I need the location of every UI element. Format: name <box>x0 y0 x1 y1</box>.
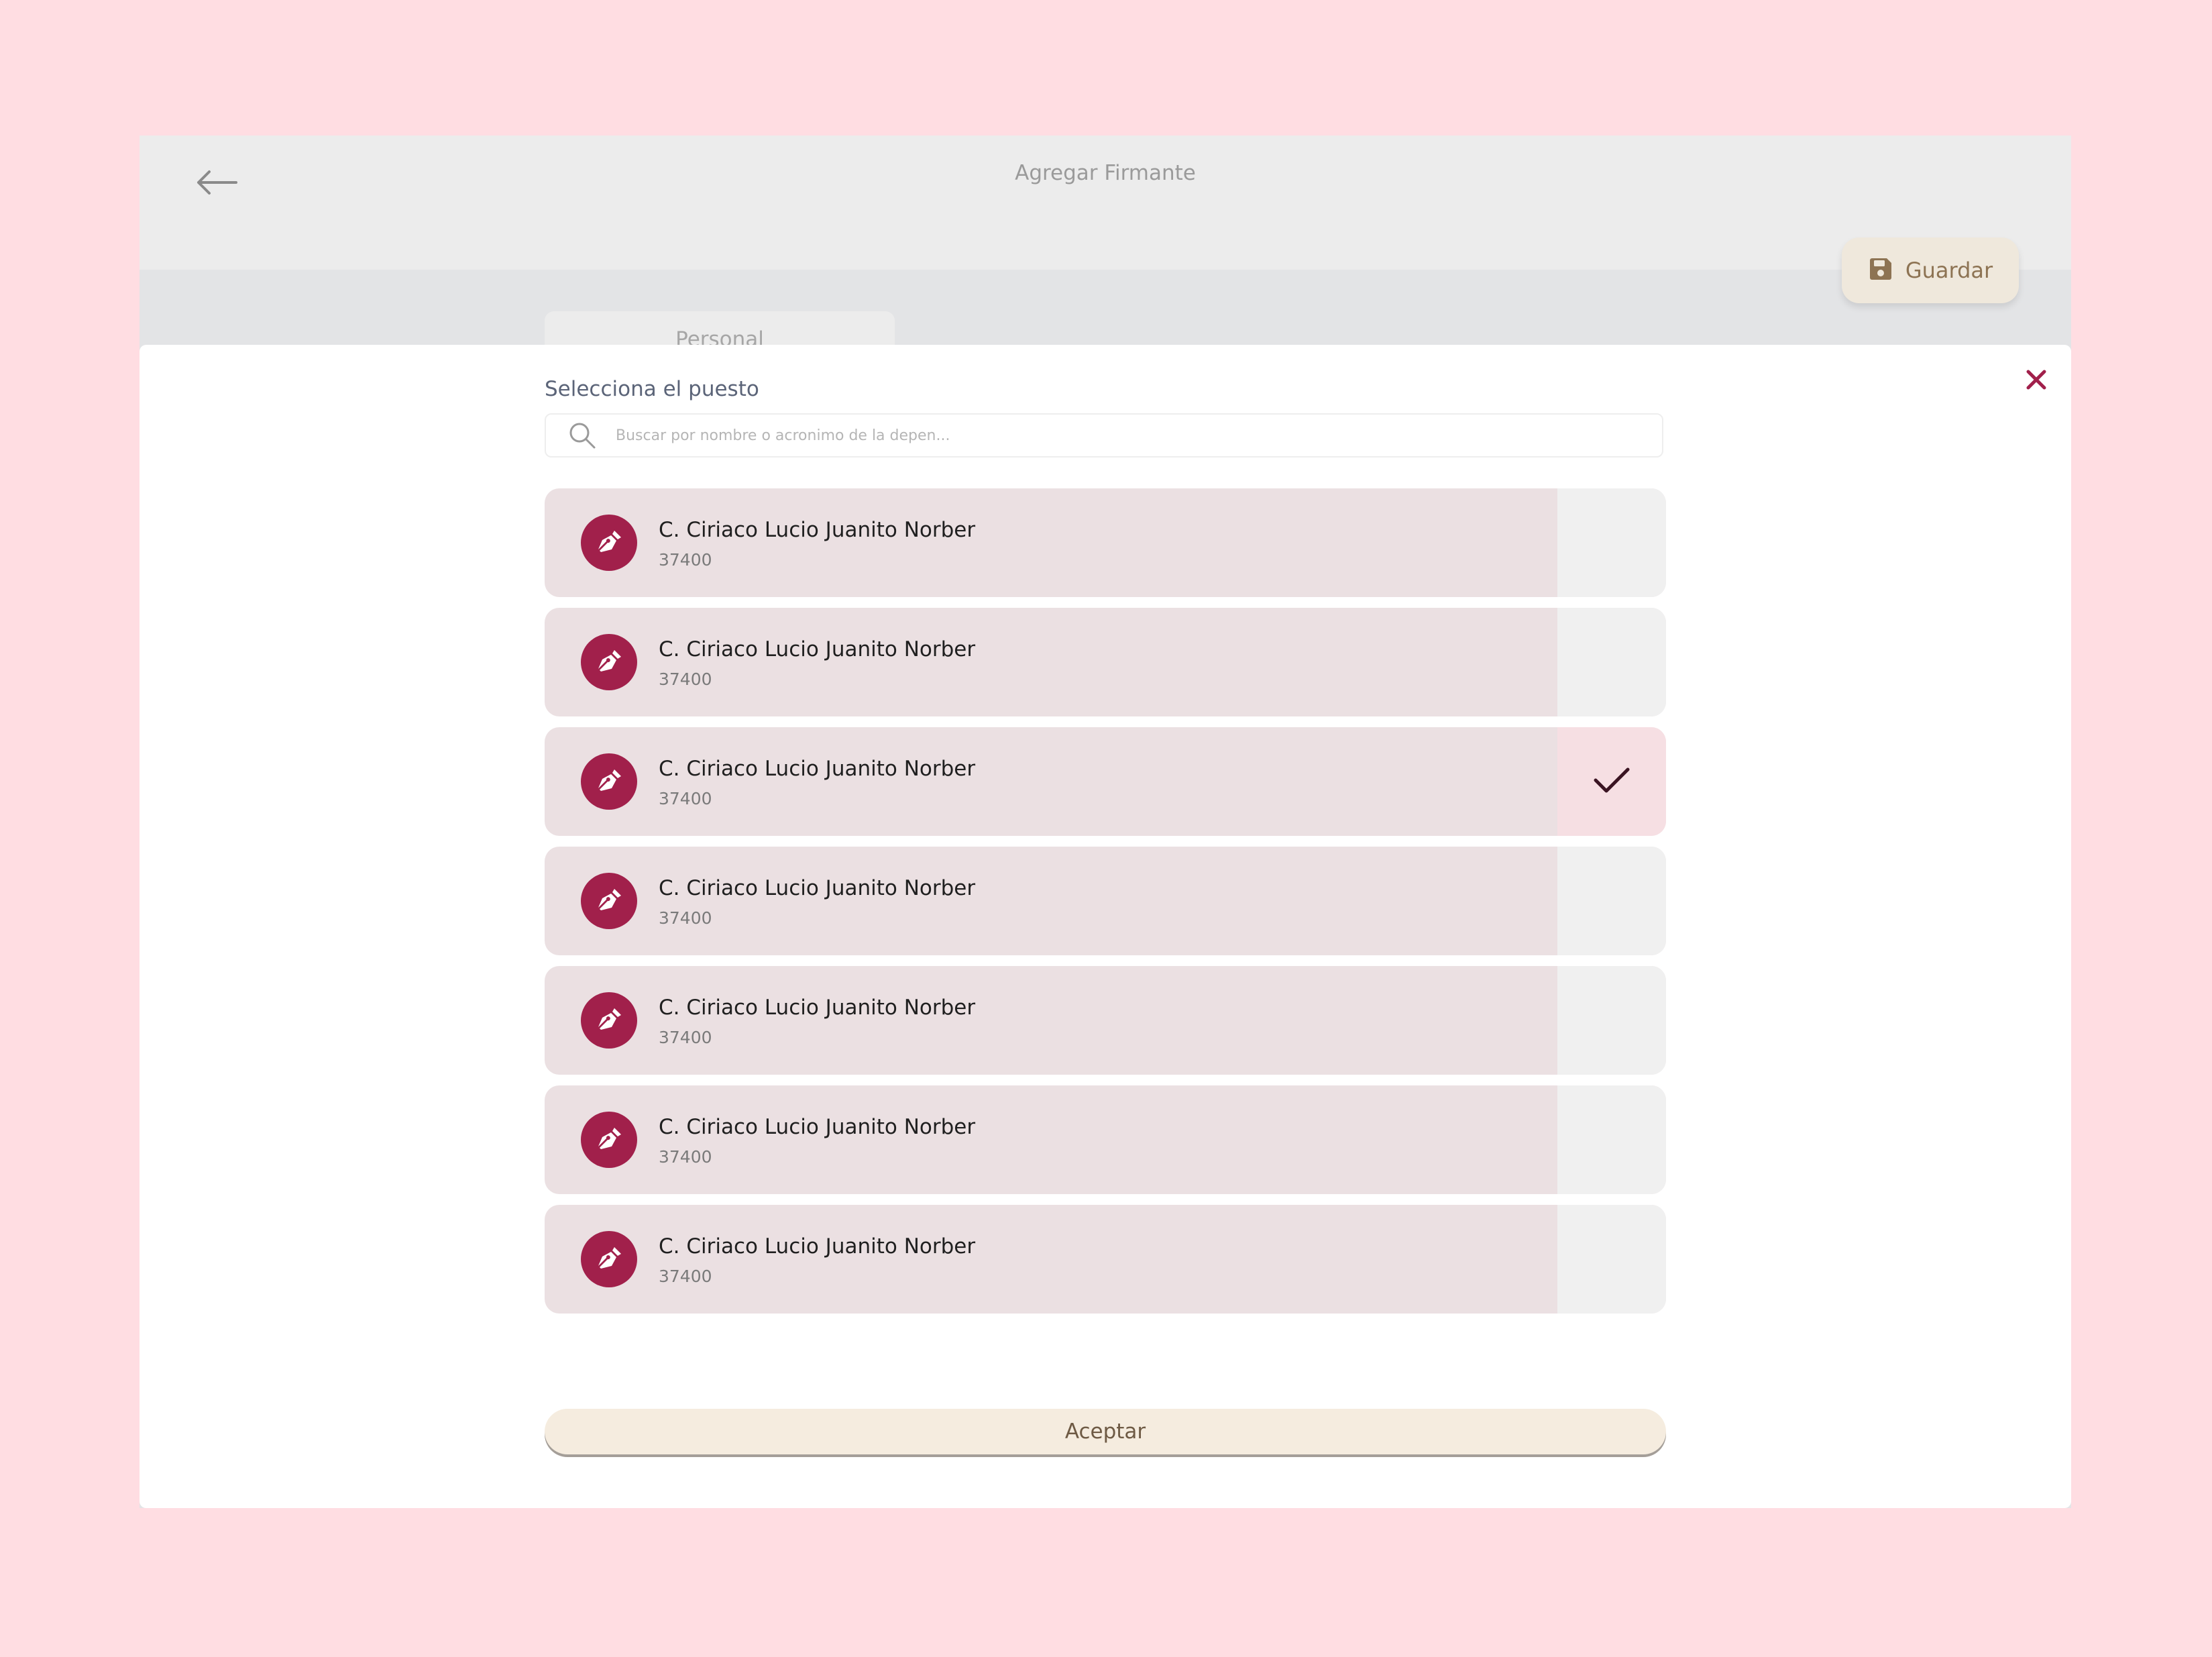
page-title: Agregar Firmante <box>1015 161 1196 185</box>
signer-item-main: C. Ciriaco Lucio Juanito Norber 37400 <box>545 608 1557 716</box>
floppy-disk-icon <box>1868 256 1893 284</box>
search-input[interactable] <box>614 426 1623 445</box>
signer-code: 37400 <box>659 1147 712 1167</box>
signer-list: C. Ciriaco Lucio Juanito Norber 37400 C.… <box>545 488 1666 1324</box>
pen-nib-icon <box>581 1231 637 1287</box>
pen-nib-icon <box>581 1112 637 1168</box>
signer-item-main: C. Ciriaco Lucio Juanito Norber 37400 <box>545 1205 1557 1314</box>
signer-name: C. Ciriaco Lucio Juanito Norber <box>659 637 976 661</box>
signer-code: 37400 <box>659 670 712 689</box>
pen-nib-icon <box>581 873 637 929</box>
selection-cell[interactable] <box>1557 608 1666 716</box>
app-frame: Agregar Firmante Guardar Personal Selecc… <box>140 136 2071 1508</box>
modal-heading: Selecciona el puesto <box>545 377 759 401</box>
signer-item[interactable]: C. Ciriaco Lucio Juanito Norber 37400 <box>545 1205 1666 1314</box>
signer-item[interactable]: C. Ciriaco Lucio Juanito Norber 37400 <box>545 966 1666 1075</box>
signer-code: 37400 <box>659 908 712 928</box>
close-icon <box>2026 369 2047 393</box>
signer-item-selected[interactable]: C. Ciriaco Lucio Juanito Norber 37400 <box>545 727 1666 836</box>
pen-nib-icon <box>581 515 637 571</box>
signer-item-main: C. Ciriaco Lucio Juanito Norber 37400 <box>545 966 1557 1075</box>
selection-cell[interactable] <box>1557 847 1666 955</box>
signer-item[interactable]: C. Ciriaco Lucio Juanito Norber 37400 <box>545 847 1666 955</box>
selection-cell[interactable] <box>1557 727 1666 836</box>
pen-nib-icon <box>581 753 637 810</box>
save-button-label: Guardar <box>1905 258 1993 283</box>
signer-item-main: C. Ciriaco Lucio Juanito Norber 37400 <box>545 1085 1557 1194</box>
signer-name: C. Ciriaco Lucio Juanito Norber <box>659 996 976 1020</box>
signer-name: C. Ciriaco Lucio Juanito Norber <box>659 1115 976 1139</box>
signer-name: C. Ciriaco Lucio Juanito Norber <box>659 518 976 542</box>
signer-item-main: C. Ciriaco Lucio Juanito Norber 37400 <box>545 727 1557 836</box>
search-box[interactable] <box>545 413 1663 458</box>
save-button[interactable]: Guardar <box>1842 237 2019 303</box>
pen-nib-icon <box>581 992 637 1049</box>
selection-cell[interactable] <box>1557 488 1666 597</box>
signer-item[interactable]: C. Ciriaco Lucio Juanito Norber 37400 <box>545 608 1666 716</box>
signer-item-main: C. Ciriaco Lucio Juanito Norber 37400 <box>545 488 1557 597</box>
accept-button[interactable]: Aceptar <box>545 1409 1666 1454</box>
signer-item[interactable]: C. Ciriaco Lucio Juanito Norber 37400 <box>545 488 1666 597</box>
signer-code: 37400 <box>659 1028 712 1047</box>
signer-name: C. Ciriaco Lucio Juanito Norber <box>659 1234 976 1259</box>
signer-name: C. Ciriaco Lucio Juanito Norber <box>659 876 976 900</box>
search-icon <box>567 421 597 450</box>
select-position-modal: Selecciona el puesto Buscar por nombre o… <box>140 345 2071 1508</box>
signer-code: 37400 <box>659 550 712 570</box>
signer-code: 37400 <box>659 1267 712 1286</box>
top-bar: Agregar Firmante <box>140 136 2071 270</box>
selection-cell[interactable] <box>1557 1205 1666 1314</box>
close-button[interactable] <box>2020 365 2052 397</box>
signer-item[interactable]: C. Ciriaco Lucio Juanito Norber 37400 <box>545 1085 1666 1194</box>
selection-cell[interactable] <box>1557 966 1666 1075</box>
checkmark-icon <box>1593 765 1630 798</box>
signer-item-main: C. Ciriaco Lucio Juanito Norber 37400 <box>545 847 1557 955</box>
pen-nib-icon <box>581 634 637 690</box>
selection-cell[interactable] <box>1557 1085 1666 1194</box>
signer-code: 37400 <box>659 789 712 808</box>
signer-name: C. Ciriaco Lucio Juanito Norber <box>659 757 976 781</box>
